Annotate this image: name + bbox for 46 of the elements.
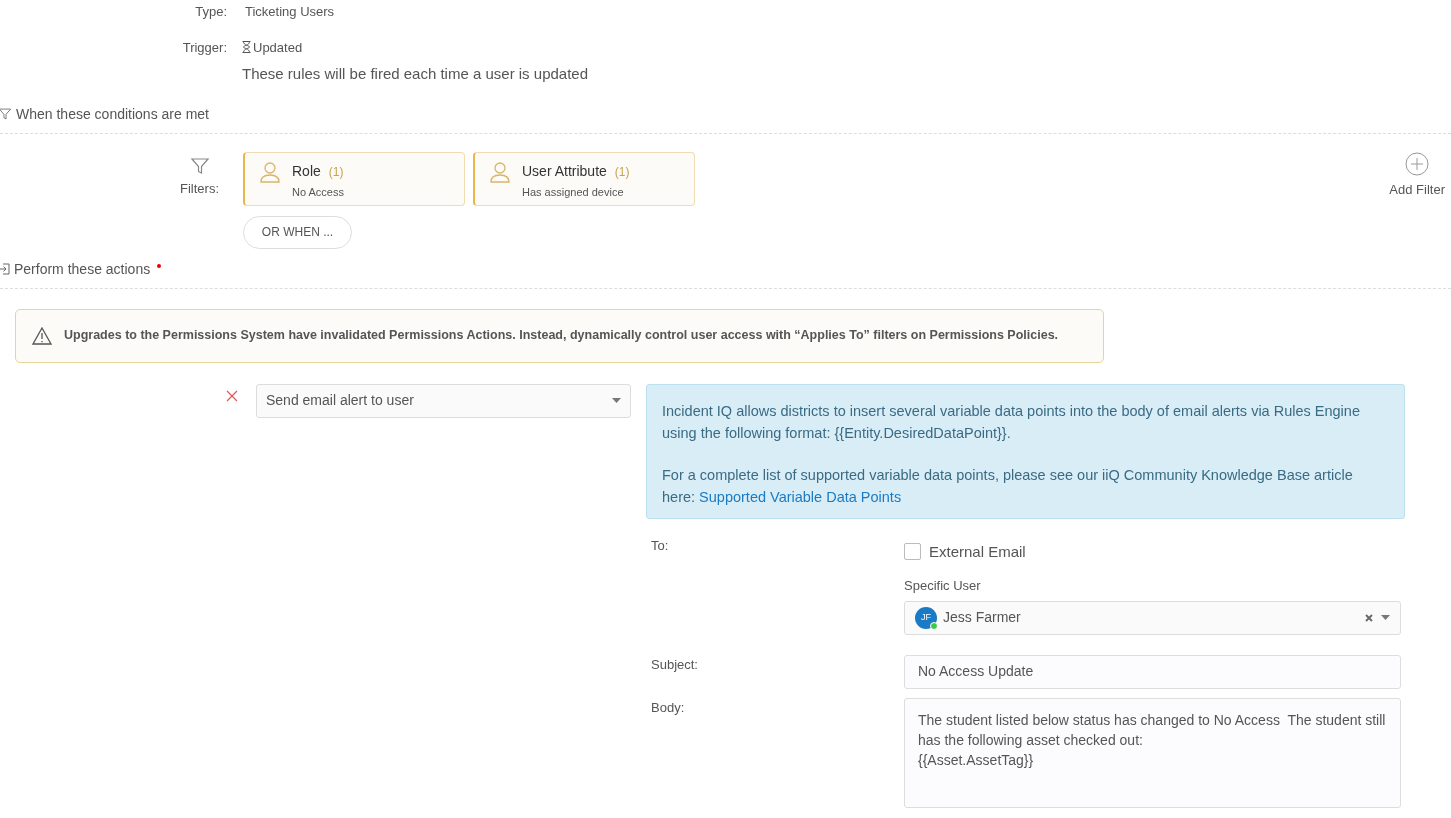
clear-icon[interactable] xyxy=(1365,613,1373,622)
person-icon xyxy=(260,160,280,183)
caret-icon xyxy=(1381,615,1390,620)
user-select[interactable]: JF Jess Farmer xyxy=(904,600,1401,635)
filter-name: Role xyxy=(292,161,321,181)
filter-card[interactable]: User Attribute (1) Has assigned device xyxy=(473,151,695,206)
body-field[interactable]: The student listed below status has changed to No Access The student still has the following asset checked out: {{Asset.AssetTag}} xyxy=(904,697,1401,808)
section-title: Perform these actions xyxy=(14,259,151,279)
remove-icon[interactable] xyxy=(226,389,238,402)
specific-user-label: Specific User xyxy=(904,577,982,595)
trigger-description: These rules will be fired each time a user is updated xyxy=(242,64,589,84)
user-avatar: JF xyxy=(915,606,937,629)
type-value: Ticketing Users xyxy=(245,3,335,21)
data-points-link[interactable]: Supported Variable Data Points xyxy=(699,488,902,505)
field-label: Type: xyxy=(194,3,227,21)
to-label: To: xyxy=(650,536,670,555)
field-label: Trigger: xyxy=(181,38,227,57)
filter-value: No Access xyxy=(292,184,344,200)
enter-icon xyxy=(0,263,10,275)
hourglass-icon xyxy=(242,41,251,54)
user-name: Jess Farmer xyxy=(943,608,1022,627)
caret-icon xyxy=(612,398,621,403)
subject-field[interactable]: No Access Update xyxy=(904,654,1401,689)
filter-icon xyxy=(0,107,12,121)
subject-label: Subject: xyxy=(650,655,699,674)
info-text: For a complete list of supported variable data points, please see our iiQ Community Knowledge Base article here: Supported Variable Data Points xyxy=(662,465,1354,507)
filter-card[interactable]: Role (1) No Access xyxy=(243,151,465,206)
add-filter-button[interactable]: Add Filter xyxy=(1389,179,1445,199)
or-when-button[interactable]: OR WHEN ... xyxy=(243,215,352,249)
action-select[interactable]: Send email alert to user xyxy=(256,383,631,418)
person-icon xyxy=(490,160,510,183)
body-label: Body: xyxy=(650,698,686,717)
external-email-label: External Email xyxy=(929,541,1026,562)
filters-label: Filters: xyxy=(180,179,219,198)
filter-count: (1) xyxy=(614,163,630,181)
filter-icon xyxy=(188,155,211,176)
external-email-checkbox[interactable] xyxy=(904,543,921,561)
info-text: Incident IQ allows districts to insert several variable data points into the body of email alerts via Rules Engine using the following format: {{Entity.DesiredDataPoint}}. xyxy=(662,401,1361,443)
trigger-value: Updated xyxy=(253,38,303,57)
add-icon[interactable] xyxy=(1405,151,1430,176)
filter-value: Has assigned device xyxy=(522,184,625,200)
warning-icon xyxy=(32,326,52,345)
filter-count: (1) xyxy=(328,163,344,181)
section-title: When these conditions are met xyxy=(16,104,209,124)
warning-text: Upgrades to the Permissions System have invalidated Permissions Actions. Instead, dynamically control user access with “Applies To” filters on Permissions Policies. xyxy=(64,327,1059,345)
filter-name: User Attribute xyxy=(522,161,607,181)
